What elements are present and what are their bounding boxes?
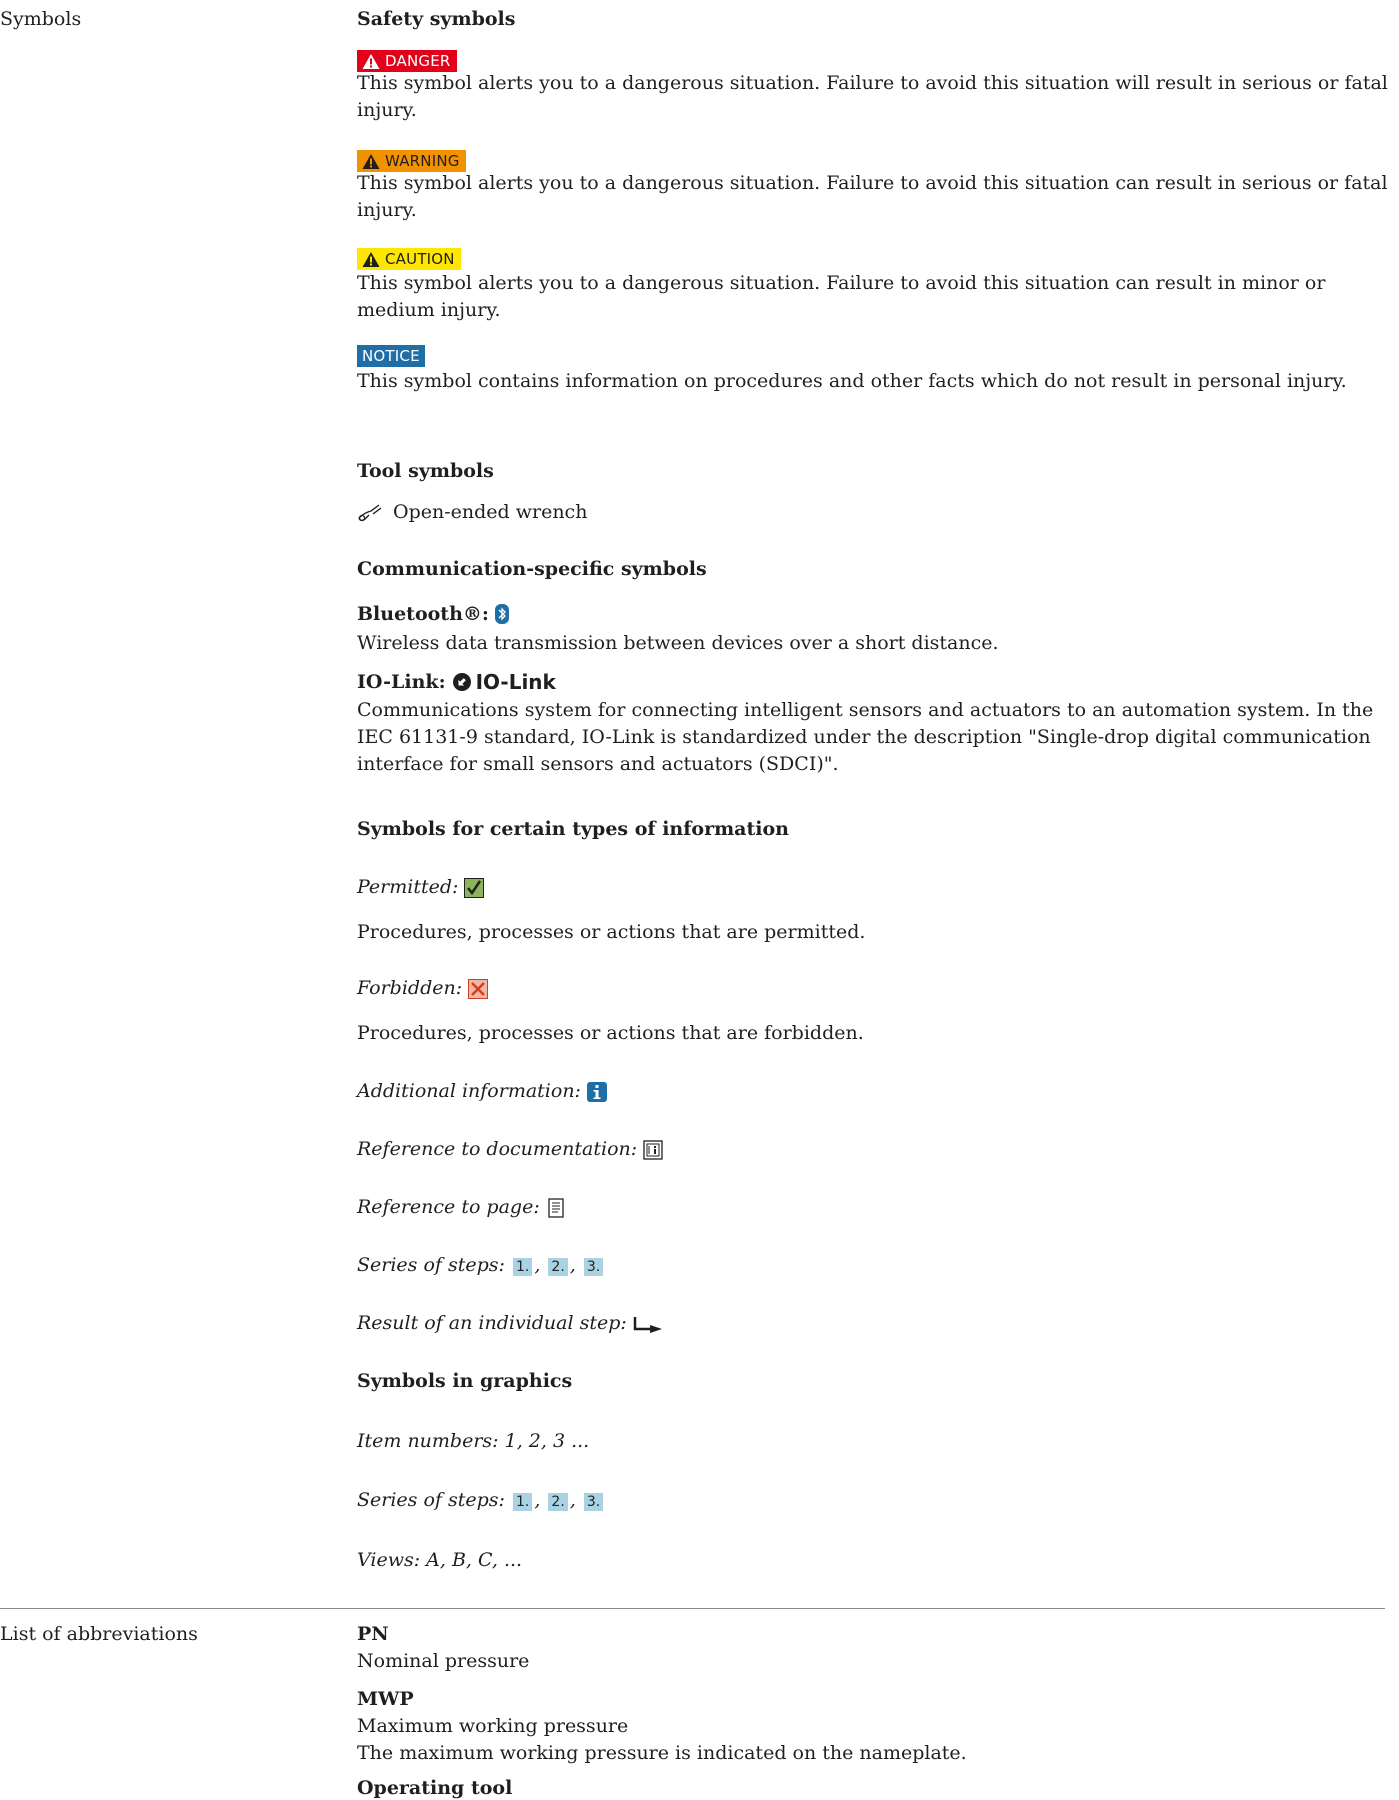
comm-heading: Communication-specific symbols (357, 558, 707, 580)
wrench-label: Open-ended wrench (393, 501, 588, 523)
book-icon (643, 1139, 663, 1160)
info-heading: Symbols for certain types of information (357, 818, 789, 840)
abbrev-mwp: MWP (357, 1688, 414, 1710)
ref-page-row: Reference to page: (357, 1194, 566, 1221)
graphics-heading: Symbols in graphics (357, 1370, 573, 1392)
warning-text: This symbol alerts you to a dangerous si… (357, 172, 1388, 221)
step-3-badge: 3. (583, 1258, 604, 1276)
tool-symbols-heading: Tool symbols (357, 460, 494, 482)
steps-row: Series of steps: 1., 2., 3. (357, 1252, 605, 1279)
result-label: Result of an individual step: (357, 1312, 627, 1334)
bluetooth-label: Bluetooth®: (357, 603, 489, 625)
iolink-text: Communications system for connecting int… (357, 699, 1374, 775)
step-1-badge: 1. (512, 1258, 533, 1276)
section-label-abbreviations: List of abbreviations (0, 1623, 198, 1645)
ref-page-label: Reference to page: (357, 1196, 540, 1218)
warning-label: WARNING (385, 152, 460, 170)
forbidden-text: Procedures, processes or actions that ar… (357, 1022, 864, 1044)
step-2-badge: 2. (548, 1493, 568, 1511)
danger-label: DANGER (385, 52, 451, 70)
abbrev-pn-text: Nominal pressure (357, 1650, 530, 1672)
danger-text: This symbol alerts you to a dangerous si… (357, 72, 1388, 121)
step-separator: , (569, 1489, 576, 1511)
info-icon (586, 1081, 607, 1102)
caution-label: CAUTION (385, 250, 455, 268)
safety-symbols-heading: Safety symbols (357, 8, 516, 30)
step-separator: , (569, 1254, 576, 1276)
warning-triangle-icon (362, 153, 380, 169)
permitted-label: Permitted: (357, 876, 459, 898)
wrench-icon (358, 503, 382, 521)
step-1-badge: 1. (512, 1493, 533, 1511)
step-separator: , (534, 1489, 541, 1511)
iolink-logo-text: IO-Link (475, 670, 556, 694)
steps-label: Series of steps: (357, 1254, 505, 1276)
checkbox-check-icon (464, 877, 485, 898)
result-arrow-icon (633, 1316, 662, 1333)
wrench-row: Open-ended wrench (357, 499, 587, 526)
page-icon (548, 1197, 564, 1218)
section-divider (0, 1608, 1385, 1609)
section-label-symbols: Symbols (0, 8, 82, 30)
graphics-steps-row: Series of steps: 1., 2., 3. (357, 1487, 605, 1514)
step-separator: , (534, 1254, 541, 1276)
views-text: Views: A, B, C, ... (357, 1549, 523, 1571)
safety-heading: Safety symbols (357, 8, 1397, 30)
additional-info-label: Additional information: (357, 1080, 581, 1102)
caution-text: This symbol alerts you to a dangerous si… (357, 272, 1326, 321)
additional-row: Additional information: (357, 1078, 607, 1105)
permitted-row: Permitted: (357, 874, 485, 901)
permitted-text: Procedures, processes or actions that ar… (357, 921, 866, 943)
result-row: Result of an individual step: (357, 1310, 663, 1337)
notice-text: This symbol contains information on proc… (357, 370, 1347, 392)
ref-doc-label: Reference to documentation: (357, 1138, 638, 1160)
abbrev-pn: PN (357, 1623, 389, 1645)
abbrev-mwp-text2: The maximum working pressure is indicate… (357, 1742, 967, 1764)
notice-badge: NOTICE (357, 345, 425, 367)
step-2-badge: 2. (548, 1258, 568, 1276)
warning-triangle-icon (362, 53, 380, 69)
warning-triangle-icon (362, 251, 380, 267)
checkbox-cross-icon (468, 978, 489, 999)
ref-doc-row: Reference to documentation: (357, 1136, 663, 1163)
abbrev-operating-tool: Operating tool (357, 1777, 513, 1799)
caution-badge: CAUTION (357, 248, 461, 272)
bluetooth-text: Wireless data transmission between devic… (357, 632, 999, 654)
bluetooth-icon (494, 604, 509, 624)
forbidden-row: Forbidden: (357, 975, 489, 1002)
iolink-label: IO-Link: (357, 671, 446, 693)
iolink-row: IO-Link: IO-Link (357, 670, 556, 694)
graphics-steps-label: Series of steps: (357, 1489, 505, 1511)
iolink-logo-icon (452, 673, 471, 691)
notice-label: NOTICE (362, 347, 420, 365)
item-numbers-text: Item numbers: 1, 2, 3 ... (357, 1430, 590, 1452)
step-3-badge: 3. (583, 1493, 604, 1511)
forbidden-label: Forbidden: (357, 977, 463, 999)
abbrev-mwp-text: Maximum working pressure (357, 1715, 629, 1737)
bluetooth-row: Bluetooth®: (357, 603, 509, 625)
